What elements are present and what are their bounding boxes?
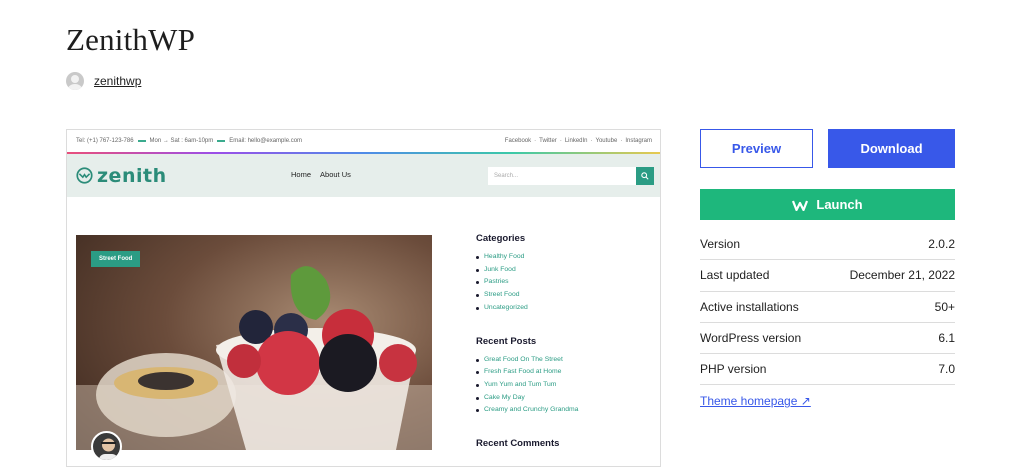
meta-value: 6.1 <box>938 331 955 346</box>
meta-label: PHP version <box>700 362 767 377</box>
avatar <box>66 72 84 90</box>
recent-post-item: Creamy and Crunchy Grandma <box>476 404 656 417</box>
recent-post-item: Yum Yum and Tum Tum <box>476 379 656 392</box>
separator: · <box>534 138 537 144</box>
site-topbar: Tel: (+1) 767-123-786 Mon → Sat : 6am-10… <box>67 130 660 152</box>
meta-label: Version <box>700 237 741 252</box>
post-author-avatar <box>91 431 122 462</box>
launch-button[interactable]: Launch <box>700 189 955 220</box>
recent-post-item: Fresh Fast Food at Home <box>476 366 656 379</box>
category-item: Uncategorized <box>476 302 656 315</box>
launch-label: Launch <box>816 197 863 212</box>
social-twitter: Twitter <box>539 138 557 144</box>
recent-post-item: Great Food On The Street <box>476 354 656 367</box>
topbar-phone: Tel: (+1) 767-123-786 <box>76 138 134 144</box>
theme-preview-screenshot[interactable]: Tel: (+1) 767-123-786 Mon → Sat : 6am-10… <box>66 129 661 467</box>
featured-post-image: Street Food <box>76 235 432 450</box>
theme-meta-list: Version 2.0.2 Last updated December 21, … <box>700 229 955 386</box>
dessert-photo <box>76 235 432 450</box>
meta-label: WordPress version <box>700 331 802 346</box>
widget-title: Recent Comments <box>476 438 560 450</box>
post-category-badge: Street Food <box>91 251 141 267</box>
social-instagram: Instagram <box>625 138 652 144</box>
meta-value: 2.0.2 <box>928 237 955 252</box>
meta-row-last-updated: Last updated December 21, 2022 <box>700 260 955 292</box>
separator: · <box>590 138 593 144</box>
dash-divider <box>217 140 226 142</box>
widget-recent-posts: Recent Posts Great Food On The Street Fr… <box>476 336 656 418</box>
separator: · <box>620 138 623 144</box>
category-item: Street Food <box>476 289 656 302</box>
author-info: zenithwp <box>66 72 141 90</box>
meta-value: 7.0 <box>938 362 955 377</box>
meta-row-version: Version 2.0.2 <box>700 229 955 261</box>
meta-row-wp-version: WordPress version 6.1 <box>700 323 955 355</box>
category-item: Pastries <box>476 276 656 289</box>
meta-label: Last updated <box>700 268 770 283</box>
nav-about: About Us <box>320 170 351 179</box>
preview-button[interactable]: Preview <box>700 129 813 168</box>
site-nav: Home About Us <box>291 170 351 179</box>
site-sidebar: Categories Healthy Food Junk Food Pastri… <box>476 233 656 466</box>
download-button[interactable]: Download <box>828 129 955 168</box>
category-item: Healthy Food <box>476 251 656 264</box>
search-icon <box>636 167 654 185</box>
social-facebook: Facebook <box>504 138 532 144</box>
nav-home: Home <box>291 170 312 179</box>
topbar-email: Email: hello@example.com <box>229 138 303 144</box>
site-search: Search... <box>488 167 654 185</box>
widget-title: Categories <box>476 233 526 244</box>
theme-homepage-link[interactable]: Theme homepage ↗ <box>700 394 811 408</box>
social-youtube: Youtube <box>595 138 618 144</box>
logo-icon <box>76 167 93 184</box>
meta-value: 50+ <box>934 299 955 314</box>
meta-label: Active installations <box>700 299 799 314</box>
category-item: Junk Food <box>476 264 656 277</box>
topbar-hours: Mon → Sat : 6am-10pm <box>149 138 214 144</box>
logo-text: zenith <box>97 164 167 187</box>
meta-row-active-installs: Active installations 50+ <box>700 292 955 323</box>
meta-row-php-version: PHP version 7.0 <box>700 354 955 386</box>
widget-categories: Categories Healthy Food Junk Food Pastri… <box>476 233 656 315</box>
action-buttons: Preview Download <box>700 129 955 168</box>
widget-recent-comments: Recent Comments <box>476 438 656 449</box>
separator: · <box>559 138 562 144</box>
topbar-social-links: Facebook · Twitter · LinkedIn · Youtube … <box>505 138 652 144</box>
site-logo: zenith <box>76 165 167 187</box>
site-search-input: Search... <box>488 167 636 185</box>
page-title: ZenithWP <box>66 22 196 57</box>
dash-divider <box>137 140 146 142</box>
author-link[interactable]: zenithwp <box>94 74 141 88</box>
recent-post-item: Cake My Day <box>476 392 656 405</box>
social-linkedin: LinkedIn <box>564 138 588 144</box>
meta-value: December 21, 2022 <box>849 268 955 283</box>
wordpress-w-icon <box>792 200 809 211</box>
site-header: zenith Home About Us Search... <box>67 154 660 197</box>
widget-title: Recent Posts <box>476 335 537 347</box>
